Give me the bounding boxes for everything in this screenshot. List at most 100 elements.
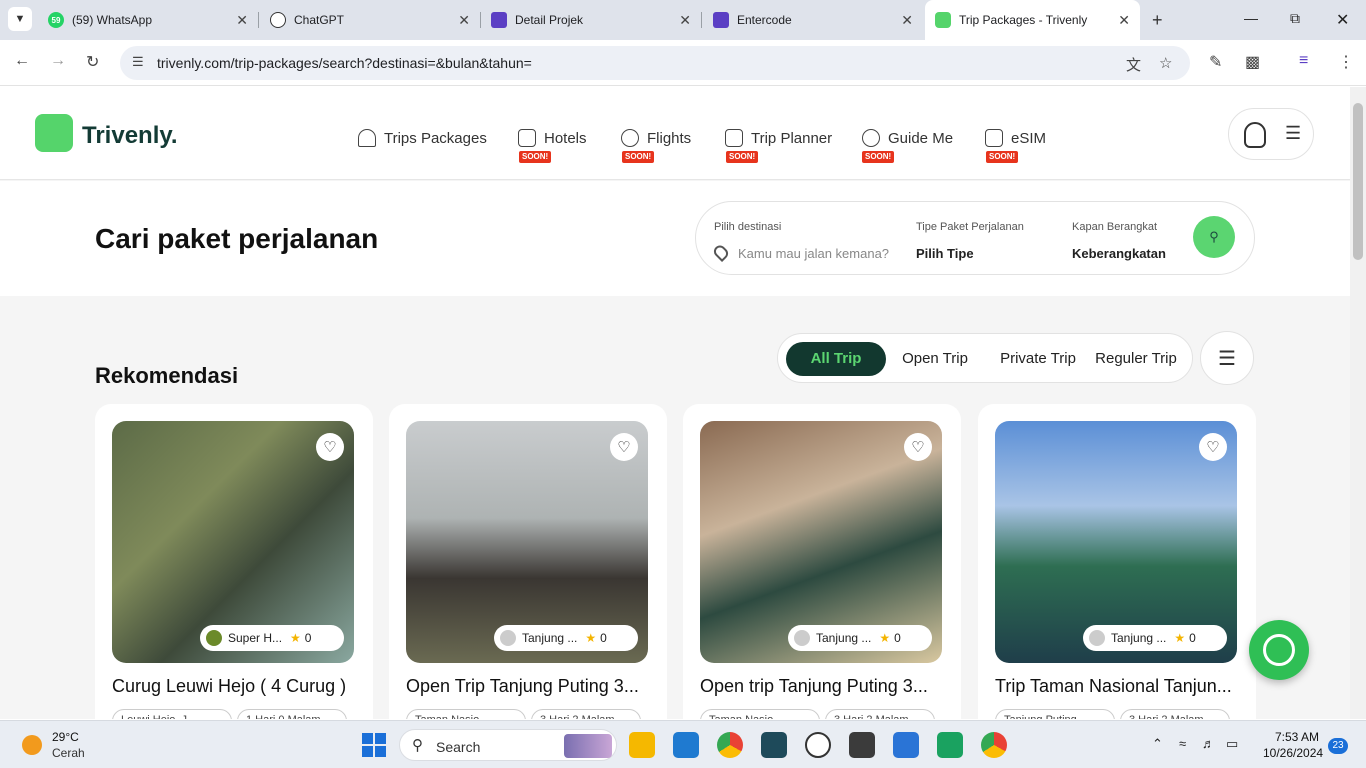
destination-input[interactable]: Kamu mau jalan kemana? [738,246,889,261]
nav-hotels[interactable]: Hotels [518,129,587,147]
trip-card[interactable]: ♡ Tanjung ... ★ 0 Open Trip Tanjung Puti… [389,404,667,719]
notes-icon[interactable] [893,732,919,758]
reload-icon[interactable]: ↻ [86,52,99,72]
trip-title[interactable]: Curug Leuwi Hejo ( 4 Curug ) [112,676,352,697]
close-tab-icon[interactable]: ✕ [901,12,913,29]
extensions-icon[interactable]: ▩ [1245,52,1260,72]
trivenly-logo-icon[interactable] [35,114,73,152]
tab-chatgpt[interactable]: ChatGPT ✕ [270,6,470,34]
close-tab-icon[interactable]: ✕ [679,12,691,29]
whatsapp-icon: 59 [48,12,64,28]
entercode-icon [491,12,507,28]
trip-card[interactable]: ♡ Tanjung ... ★ 0 Trip Taman Nasional Ta… [978,404,1256,719]
favorite-heart-icon[interactable]: ♡ [610,433,638,461]
tab-search-button[interactable]: ▼ [8,7,32,31]
terminal-icon[interactable] [761,732,787,758]
route-icon [862,129,880,147]
nav-flights[interactable]: Flights [621,129,691,147]
wifi-icon[interactable]: ≈ [1179,736,1186,751]
tab-trivenly[interactable]: Trip Packages - Trivenly ✕ [925,0,1140,40]
favorite-heart-icon[interactable]: ♡ [1199,433,1227,461]
start-button[interactable] [362,733,386,757]
filter-reguler-trip[interactable]: Reguler Trip [1090,342,1182,376]
tab-entercode[interactable]: Entercode ✕ [713,6,913,34]
url-text[interactable]: trivenly.com/trip-packages/search?destin… [157,55,532,71]
translate-icon[interactable]: 文 [1126,54,1141,75]
close-tab-icon[interactable]: ✕ [236,12,248,29]
back-icon[interactable]: ← [14,52,30,70]
host-avatar [794,630,810,646]
departure-select[interactable]: Keberangkatan [1072,246,1166,261]
trip-photo: ♡ Super H... ★ 0 [112,421,354,663]
duration-chip: 3 Hari 2 Malam [531,709,641,719]
site-logo[interactable]: Trivenly. [82,122,178,150]
host-avatar [500,630,516,646]
filter-private-trip[interactable]: Private Trip [988,342,1088,376]
trip-type-select[interactable]: Pilih Tipe [916,246,974,261]
minimize-icon[interactable]: — [1244,10,1258,26]
host-badge: Tanjung ... ★ 0 [788,625,932,651]
file-explorer-icon[interactable] [629,732,655,758]
nav-trip-planner[interactable]: Trip Planner [725,129,832,147]
trip-card[interactable]: ♡ Super H... ★ 0 Curug Leuwi Hejo ( 4 Cu… [95,404,373,719]
new-tab-icon[interactable]: + [1152,10,1163,31]
star-icon: ★ [1174,631,1186,645]
nav-guide-me[interactable]: Guide Me [862,129,953,147]
notification-badge[interactable]: 23 [1328,738,1348,754]
entercode-extension-icon[interactable]: ≡ [1299,52,1308,70]
trip-title[interactable]: Open trip Tanjung Puting 3... [700,676,940,697]
tray-chevron-icon[interactable]: ⌃ [1152,736,1163,752]
trip-title[interactable]: Open Trip Tanjung Puting 3... [406,676,646,697]
search-icon: ⚲ [1209,229,1219,244]
user-icon [1244,122,1266,148]
scrollbar-thumb[interactable] [1353,103,1363,260]
address-bar[interactable]: ☰ trivenly.com/trip-packages/search?dest… [120,46,1190,80]
soon-badge: SOON! [622,151,655,163]
profile-menu-button[interactable]: ☰ [1228,108,1314,160]
hamburger-menu-icon: ☰ [1285,123,1302,143]
close-window-icon[interactable]: ✕ [1336,10,1349,30]
page-scrollbar[interactable] [1350,87,1366,719]
destination-label: Pilih destinasi [714,221,782,233]
filter-settings-button[interactable]: ☰ [1200,331,1254,385]
chrome-icon[interactable] [717,732,743,758]
hs-app-icon[interactable] [805,732,831,758]
chrome-profile-icon[interactable] [981,732,1007,758]
filter-open-trip[interactable]: Open Trip [890,342,980,376]
windows-taskbar: 29°C Cerah ⚲ Search ⌃ ≈ ♬ ▭ 7:53 AM 10/2… [0,720,1366,768]
trip-title[interactable]: Trip Taman Nasional Tanjun... [995,676,1235,697]
more-menu-icon[interactable]: ⋮ [1338,52,1354,72]
rating-value: 0 [304,631,312,645]
tab-whatsapp[interactable]: 59 (59) WhatsApp ✕ [48,6,248,34]
search-button[interactable]: ⚲ [1193,216,1235,258]
forward-icon[interactable]: → [50,52,66,70]
whatsapp-chat-button[interactable] [1249,620,1309,680]
close-tab-icon[interactable]: ✕ [458,12,470,29]
filter-all-trip[interactable]: All Trip [786,342,886,376]
weather-sun-icon[interactable] [22,735,42,755]
favorite-heart-icon[interactable]: ♡ [904,433,932,461]
nav-esim[interactable]: eSIM [985,129,1046,147]
favorite-heart-icon[interactable]: ♡ [316,433,344,461]
vscode-icon[interactable] [673,732,699,758]
taskbar-search[interactable]: ⚲ Search [399,729,617,761]
hotel-icon [518,129,536,147]
battery-icon[interactable]: ▭ [1226,736,1238,752]
bookmark-star-icon[interactable]: ☆ [1159,54,1172,72]
browser-toolbar: ← → ↻ ☰ trivenly.com/trip-packages/searc… [0,40,1366,86]
trip-card[interactable]: ♡ Tanjung ... ★ 0 Open trip Tanjung Puti… [683,404,961,719]
volume-icon[interactable]: ♬ [1202,736,1215,751]
close-tab-icon[interactable]: ✕ [1118,12,1130,29]
weather-condition[interactable]: Cerah [52,746,85,760]
pen-icon[interactable]: ✎ [1209,52,1222,72]
restore-icon[interactable]: ⧉ [1290,10,1300,27]
site-info-icon[interactable]: ☰ [132,54,144,70]
nav-trips-packages[interactable]: Trips Packages [358,129,487,147]
trip-filter-tabs: All Trip Open Trip Private Trip Reguler … [777,333,1193,383]
clock-date[interactable]: 10/26/2024 [1263,746,1323,760]
photo-app-icon[interactable] [849,732,875,758]
tab-detail-projek[interactable]: Detail Projek ✕ [491,6,691,34]
clock-time[interactable]: 7:53 AM [1275,730,1319,744]
meet-icon[interactable] [937,732,963,758]
temperature[interactable]: 29°C [52,730,79,744]
